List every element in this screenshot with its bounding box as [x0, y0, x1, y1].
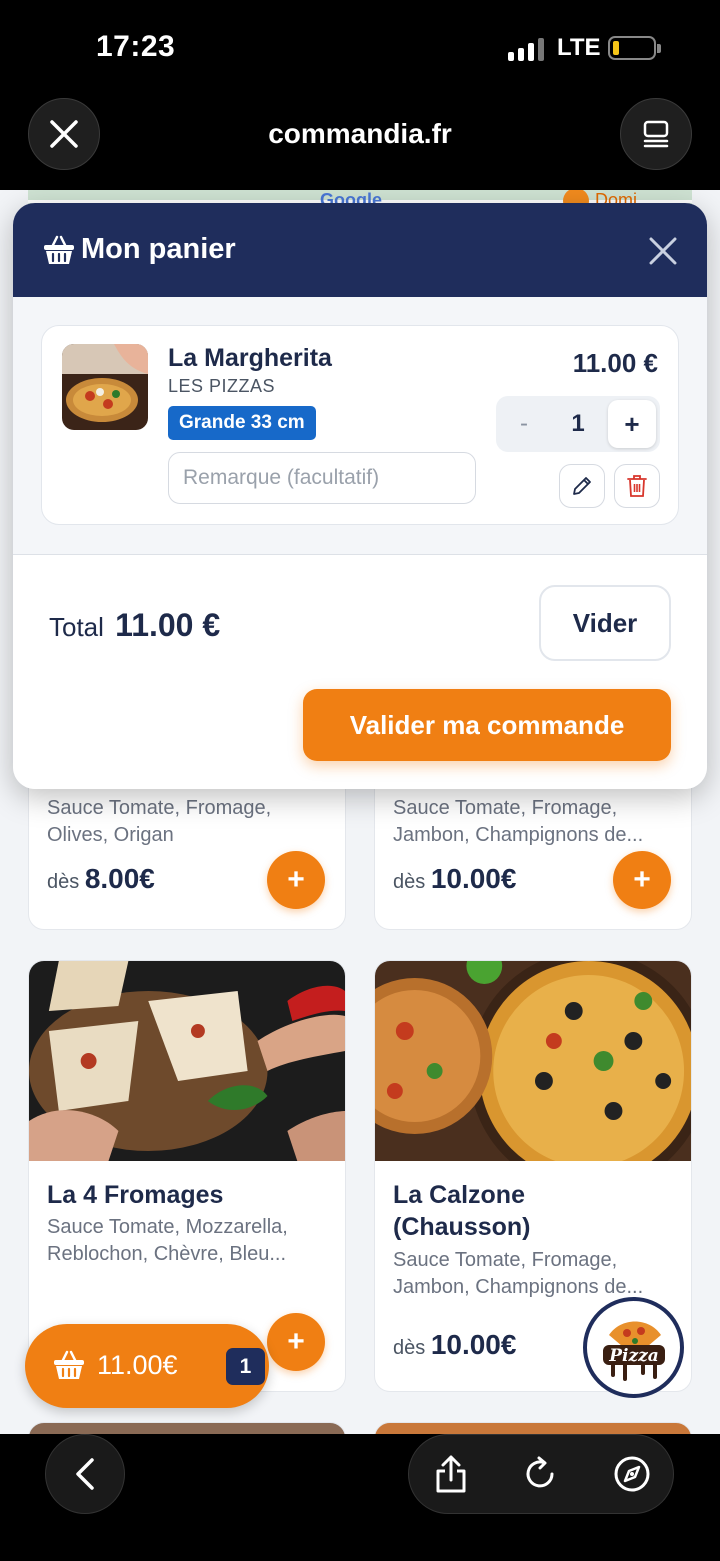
battery-icon: [608, 36, 661, 60]
product-description: Sauce Tomate, Fromage, Jambon, Champigno…: [393, 797, 644, 846]
clear-cart-button[interactable]: Vider: [539, 585, 671, 661]
product-photo: [29, 961, 345, 1161]
cart-header: Mon panier: [13, 203, 707, 297]
add-to-cart-button[interactable]: +: [267, 851, 325, 909]
product-photo: [375, 961, 691, 1161]
quantity-stepper: - 1 +: [496, 396, 660, 452]
restaurant-logo[interactable]: Pizza: [583, 1297, 684, 1398]
pizza-logo-icon: Pizza: [602, 1321, 665, 1381]
floating-cart-count: 1: [226, 1348, 265, 1385]
cart-footer: Total 11.00 € Vider Valider ma commande: [13, 555, 707, 789]
back-button[interactable]: [45, 1434, 125, 1514]
product-card[interactable]: [374, 1422, 692, 1434]
product-name: La Calzone (Chausson): [393, 1181, 531, 1241]
item-price: 11.00 €: [572, 348, 658, 378]
reload-button[interactable]: [515, 1449, 565, 1499]
floating-cart-total: 11.00€: [97, 1350, 178, 1380]
cart-item: La Margherita LES PIZZAS Grande 33 cm 11…: [41, 325, 679, 525]
share-icon: [436, 1455, 466, 1493]
browser-header: commandia.fr: [0, 98, 720, 190]
compass-icon: [614, 1456, 650, 1492]
basket-icon: [54, 1350, 84, 1379]
pencil-icon: [573, 477, 591, 495]
add-to-cart-button[interactable]: +: [267, 1313, 325, 1371]
product-name: La 4 Fromages: [47, 1181, 224, 1209]
decrease-quantity-button[interactable]: -: [502, 402, 546, 446]
basket-icon: [44, 235, 74, 264]
product-description: Sauce Tomate, Fromage, Jambon, Champigno…: [393, 1249, 644, 1298]
product-price: dès 8.00€: [47, 863, 155, 894]
remark-input[interactable]: [168, 452, 476, 504]
product-description: Sauce Tomate, Mozzarella, Reblochon, Chè…: [47, 1216, 288, 1265]
checkout-button[interactable]: Valider ma commande: [303, 689, 671, 761]
back-chevron-icon: [76, 1458, 94, 1490]
svg-text:Pizza: Pizza: [608, 1346, 659, 1366]
status-time: 17:23: [96, 30, 176, 63]
url-label[interactable]: commandia.fr: [0, 118, 720, 150]
increase-quantity-button[interactable]: +: [608, 400, 656, 448]
cart-total: Total 11.00 €: [49, 607, 221, 643]
product-price: dès 10.00€: [393, 863, 517, 894]
item-photo: [62, 344, 148, 430]
floating-cart-button[interactable]: 11.00€ 1: [25, 1324, 269, 1408]
cart-items: La Margherita LES PIZZAS Grande 33 cm 11…: [13, 297, 707, 555]
edit-item-button[interactable]: [559, 464, 605, 508]
toolbar-actions: [408, 1434, 674, 1514]
product-price: dès 10.00€: [393, 1329, 517, 1360]
add-to-cart-button[interactable]: +: [613, 851, 671, 909]
product-card[interactable]: [28, 1422, 346, 1434]
network-type: LTE: [557, 34, 601, 61]
item-size-badge: Grande 33 cm: [168, 406, 316, 440]
browser-open-button[interactable]: [607, 1449, 657, 1499]
tabs-button[interactable]: [620, 98, 692, 170]
reload-icon: [526, 1456, 554, 1488]
share-button[interactable]: [426, 1449, 476, 1499]
trash-icon: [627, 475, 647, 497]
item-category: LES PIZZAS: [168, 376, 276, 396]
delete-item-button[interactable]: [614, 464, 660, 508]
quantity-value: 1: [571, 410, 585, 437]
cart-modal: Mon panier La Margherita LES PIZZAS Gran…: [13, 203, 707, 789]
item-name: La Margherita: [168, 344, 332, 372]
close-icon[interactable]: [643, 231, 683, 271]
cart-title: Mon panier: [81, 233, 236, 265]
signal-icon: [508, 37, 544, 61]
status-bar: 17:23 LTE: [0, 0, 720, 100]
tabs-icon: [643, 120, 669, 148]
browser-toolbar: [0, 1434, 720, 1561]
product-description: Sauce Tomate, Fromage, Olives, Origan: [47, 797, 272, 846]
